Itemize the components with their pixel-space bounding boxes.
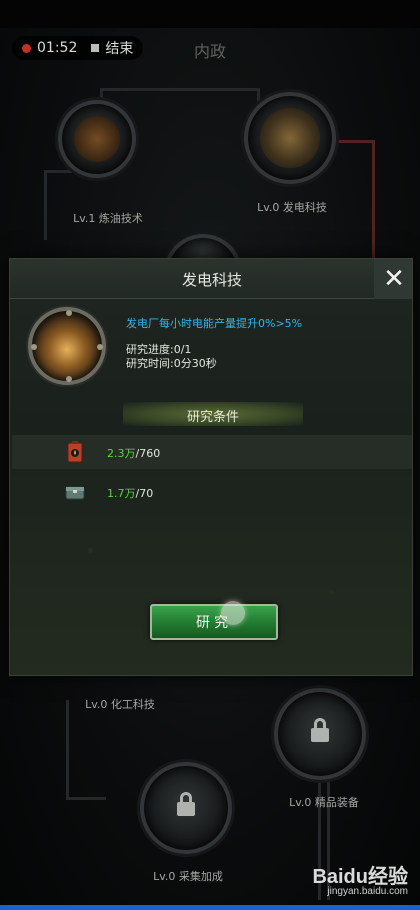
watermark-url: jingyan.baidu.com bbox=[327, 886, 408, 897]
conditions-title: 研究条件 bbox=[186, 410, 239, 425]
time-value: :0分30秒 bbox=[170, 357, 217, 370]
baidu-watermark: Baidu经验 jingyan.baidu.com bbox=[300, 860, 410, 904]
requirement-row: 2.3万/760 bbox=[12, 435, 412, 469]
research-button[interactable]: 研究 bbox=[150, 604, 278, 640]
research-time: 研究时间:0分30秒 bbox=[126, 355, 217, 371]
requirement-amount: 2.3万/760 bbox=[107, 445, 160, 461]
time-label: 研究时间 bbox=[126, 357, 170, 370]
supply-crate-icon bbox=[65, 486, 85, 500]
watermark-logo: Baidu经验 bbox=[312, 866, 408, 888]
dialog-title: 发电科技 bbox=[181, 271, 242, 289]
conditions-banner: 研究条件 bbox=[123, 402, 303, 426]
dialog-header: 发电科技 ✕ bbox=[10, 259, 412, 299]
touch-indicator bbox=[221, 601, 245, 625]
required-amount: /70 bbox=[135, 487, 154, 500]
oil-barrel-icon bbox=[67, 441, 83, 463]
power-tech-icon bbox=[28, 307, 106, 385]
bottom-accent-bar bbox=[0, 905, 420, 910]
tech-description: 发电厂每小时电能产量提升0%>5% bbox=[126, 317, 303, 330]
required-amount: /760 bbox=[135, 447, 161, 460]
owned-amount: 1.7万 bbox=[107, 487, 136, 500]
owned-amount: 2.3万 bbox=[107, 447, 136, 460]
research-dialog: 发电科技 ✕ 发电厂每小时电能产量提升0%>5% 研究进度:0/1 研究时间:0… bbox=[9, 258, 413, 676]
requirement-amount: 1.7万/70 bbox=[107, 485, 153, 501]
requirement-row: 1.7万/70 bbox=[12, 475, 412, 509]
close-button[interactable]: ✕ bbox=[374, 259, 412, 299]
close-icon: ✕ bbox=[383, 264, 405, 294]
